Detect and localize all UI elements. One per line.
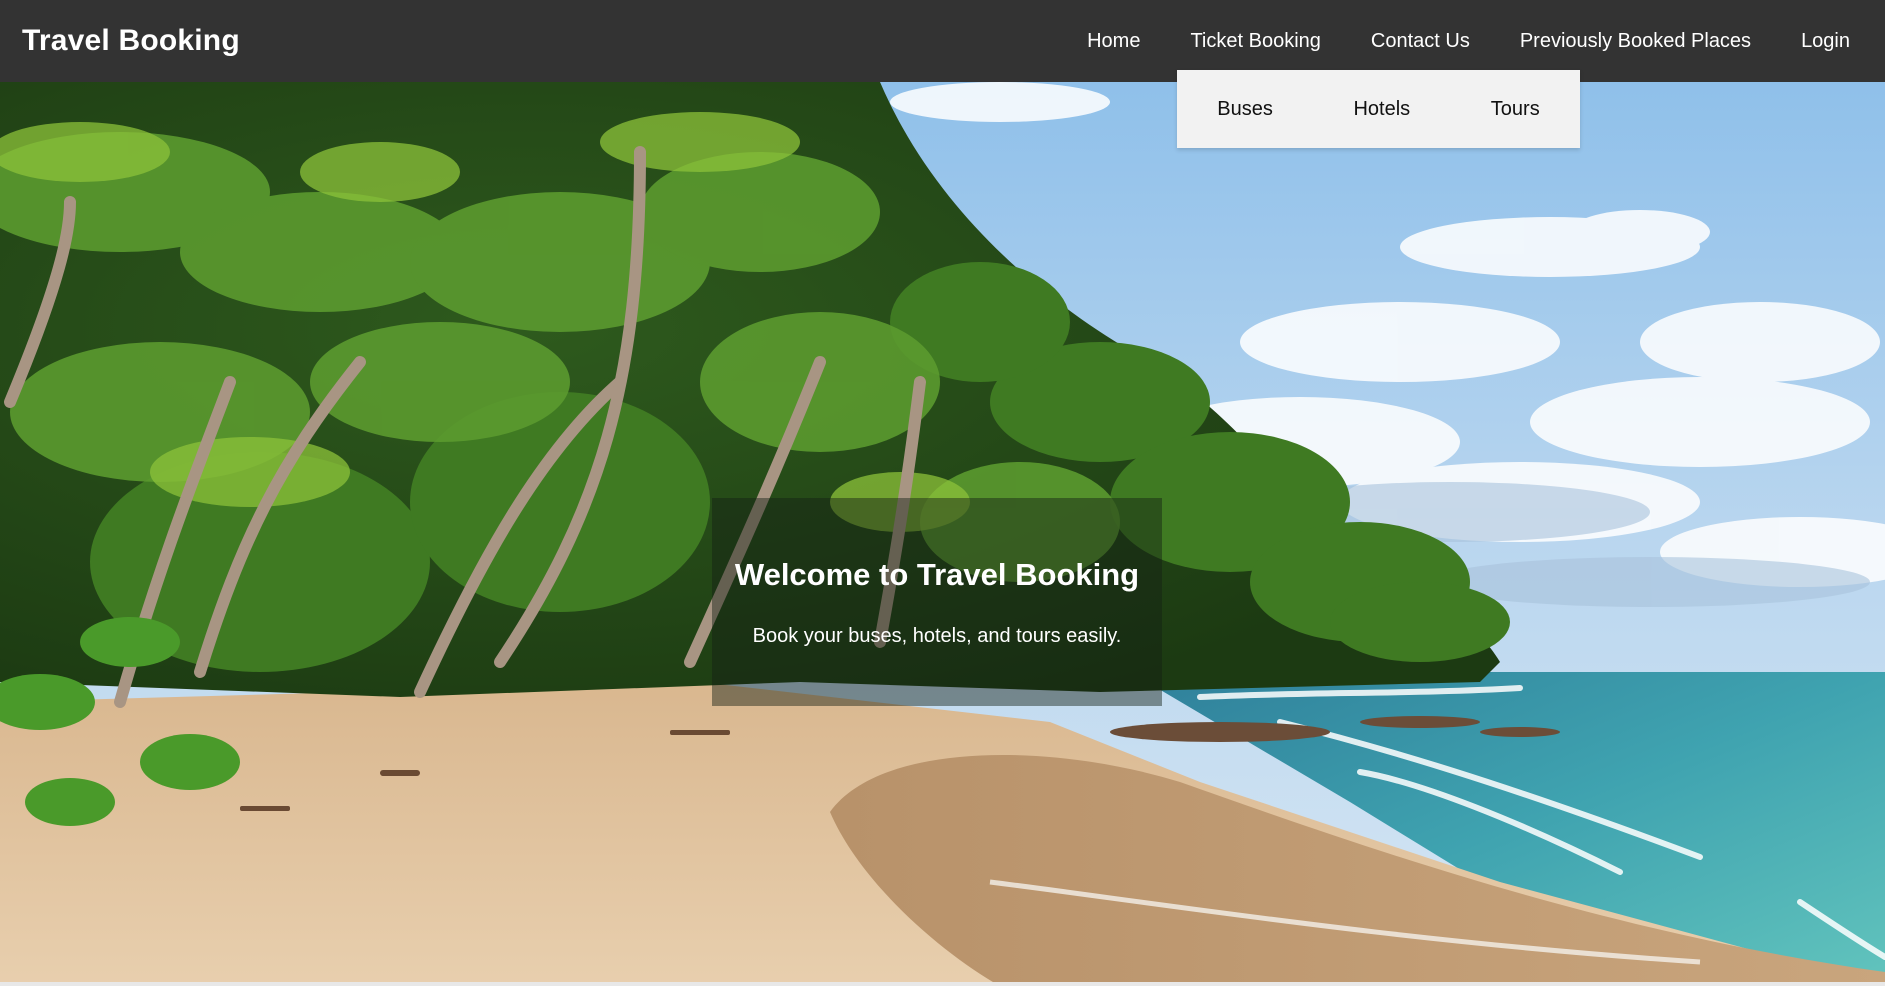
brand-logo-text[interactable]: Travel Booking bbox=[22, 24, 240, 58]
dropdown-item-hotels[interactable]: Hotels bbox=[1327, 98, 1436, 121]
welcome-overlay: Welcome to Travel Booking Book your buse… bbox=[712, 498, 1162, 706]
ticket-booking-dropdown: Buses Hotels Tours bbox=[1177, 70, 1580, 148]
hero-title: Welcome to Travel Booking bbox=[734, 556, 1140, 592]
nav-login[interactable]: Login bbox=[1776, 0, 1885, 82]
dropdown-item-buses[interactable]: Buses bbox=[1191, 98, 1299, 121]
hero-section: Welcome to Travel Booking Book your buse… bbox=[0, 82, 1885, 986]
bottom-border bbox=[0, 982, 1885, 986]
nav-home[interactable]: Home bbox=[1062, 0, 1165, 82]
page: Travel Booking Home Ticket Booking Conta… bbox=[0, 0, 1885, 986]
hero-subtitle: Book your buses, hotels, and tours easil… bbox=[752, 624, 1122, 647]
navbar: Travel Booking Home Ticket Booking Conta… bbox=[0, 0, 1885, 82]
dropdown-item-tours[interactable]: Tours bbox=[1465, 98, 1566, 121]
